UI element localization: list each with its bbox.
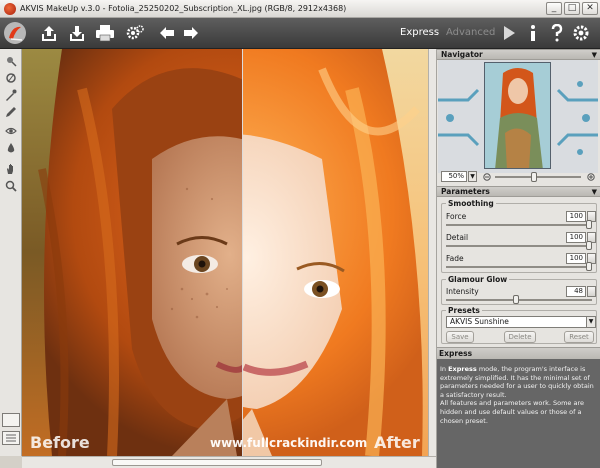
fade-param: Fade 100 [446, 252, 596, 272]
parameters-header[interactable]: Parameters ▼ [437, 186, 600, 197]
split-view-toggle[interactable] [2, 431, 20, 445]
navigator-title: Navigator [441, 50, 483, 59]
undo-arrow-icon[interactable] [156, 22, 178, 44]
zoom-dropdown-arrow[interactable]: ▼ [468, 171, 477, 182]
fade-slider-track[interactable] [446, 266, 592, 268]
detail-value-input[interactable]: 100 [566, 232, 586, 243]
force-slider-track[interactable] [446, 224, 592, 226]
collapse-icon[interactable]: ▼ [592, 50, 597, 60]
zoom-out-icon[interactable] [483, 173, 491, 181]
force-value-input[interactable]: 100 [566, 211, 586, 222]
navigator-header[interactable]: Navigator ▼ [437, 49, 600, 60]
settings-panel: Navigator ▼ 50% ▼ Parameters ▼ Smoothing… [436, 49, 600, 468]
close-button[interactable]: ✕ [582, 2, 598, 15]
presets-label: Presets [446, 306, 482, 315]
intensity-label: Intensity [446, 287, 479, 296]
detail-label: Detail [446, 233, 469, 242]
before-after-divider[interactable] [242, 49, 243, 456]
toolbar: Express Advanced [0, 18, 600, 49]
collapse-icon[interactable]: ▼ [592, 187, 597, 197]
tool-palette [0, 49, 22, 456]
eye-icon[interactable] [3, 123, 19, 139]
akvis-logo-icon [2, 20, 28, 46]
window-title: AKVIS MakeUp v.3.0 - Fotolia_25250202_Su… [20, 4, 347, 13]
delete-preset-button[interactable]: Delete [504, 331, 536, 343]
smoothing-group: Smoothing Force 100 Detail 100 Fade 100 [441, 199, 597, 273]
fade-value-input[interactable]: 100 [566, 253, 586, 264]
app-icon [4, 2, 16, 15]
zoom-slider-track[interactable] [495, 176, 581, 178]
navigator-thumbnail[interactable] [484, 62, 551, 169]
zoom-magnifier-icon[interactable] [3, 178, 19, 194]
single-view-toggle[interactable] [2, 413, 20, 427]
intensity-spinner[interactable] [587, 286, 596, 297]
tab-express[interactable]: Express [400, 27, 439, 38]
save-preset-button[interactable]: Save [446, 331, 474, 343]
help-text: In Express mode, the program's interface… [437, 359, 600, 468]
drop-icon[interactable] [3, 140, 19, 156]
preferences-gear-icon[interactable] [570, 22, 592, 44]
zoom-controls: 50% ▼ [441, 171, 597, 183]
batch-settings-gear-icon[interactable] [124, 22, 146, 44]
redo-arrow-icon[interactable] [180, 22, 202, 44]
canvas-vertical-scrollbar[interactable] [428, 49, 436, 456]
watermark-text: www.fullcrackindir.com [210, 436, 368, 450]
eyedropper-icon[interactable] [3, 87, 19, 103]
zoom-slider-handle[interactable] [531, 172, 537, 182]
after-label: After [374, 433, 420, 452]
intensity-slider-track[interactable] [446, 299, 592, 301]
chevron-down-icon[interactable]: ▼ [586, 317, 595, 327]
scrollbar-thumb[interactable] [112, 459, 322, 466]
canvas-horizontal-scrollbar[interactable] [22, 456, 436, 468]
glamour-glow-group: Glamour Glow Intensity 48 [441, 275, 597, 305]
force-slider-handle[interactable] [586, 220, 592, 229]
open-file-icon[interactable] [38, 22, 60, 44]
force-param: Force 100 [446, 210, 596, 230]
portrait-photo [22, 49, 428, 456]
title-bar: AKVIS MakeUp v.3.0 - Fotolia_25250202_Su… [0, 0, 600, 18]
presets-group: Presets AKVIS Sunshine ▼ Save Delete Res… [441, 306, 597, 344]
help-p1-pre: In [440, 365, 449, 373]
help-panel-header: Express [437, 347, 600, 359]
save-file-icon[interactable] [66, 22, 88, 44]
zoom-input[interactable]: 50% [441, 171, 467, 182]
print-icon[interactable] [94, 22, 116, 44]
fade-label: Fade [446, 254, 464, 263]
intensity-param: Intensity 48 [446, 285, 596, 305]
info-icon[interactable] [522, 22, 544, 44]
preset-select[interactable]: AKVIS Sunshine ▼ [446, 316, 596, 328]
detail-param: Detail 100 [446, 231, 596, 251]
pencil-icon[interactable] [3, 104, 19, 120]
preset-selected-value: AKVIS Sunshine [450, 317, 509, 326]
run-play-icon[interactable] [498, 22, 520, 44]
reset-preset-button[interactable]: Reset [564, 331, 594, 343]
help-p1-bold: Express [448, 365, 477, 373]
navigator-preview[interactable] [438, 60, 598, 173]
smooth-brush-icon[interactable] [3, 53, 19, 69]
force-label: Force [446, 212, 467, 221]
smoothing-label: Smoothing [446, 199, 496, 208]
fade-slider-handle[interactable] [586, 262, 592, 271]
maximize-button[interactable]: □ [564, 2, 580, 15]
detail-slider-track[interactable] [446, 245, 592, 247]
intensity-value-input[interactable]: 48 [566, 286, 586, 297]
image-canvas[interactable]: Before After www.fullcrackindir.com [22, 49, 428, 456]
before-label: Before [30, 433, 90, 452]
help-question-icon[interactable] [546, 22, 568, 44]
mask-brush-icon[interactable] [3, 70, 19, 86]
detail-slider-handle[interactable] [586, 241, 592, 250]
help-p2: All features and parameters work. Some a… [440, 399, 584, 425]
intensity-slider-handle[interactable] [513, 295, 519, 304]
minimize-button[interactable]: _ [546, 2, 562, 15]
parameters-title: Parameters [441, 187, 490, 196]
hand-icon[interactable] [3, 161, 19, 177]
tab-advanced[interactable]: Advanced [446, 27, 495, 38]
glamour-glow-label: Glamour Glow [446, 275, 510, 284]
zoom-in-icon[interactable] [587, 173, 595, 181]
